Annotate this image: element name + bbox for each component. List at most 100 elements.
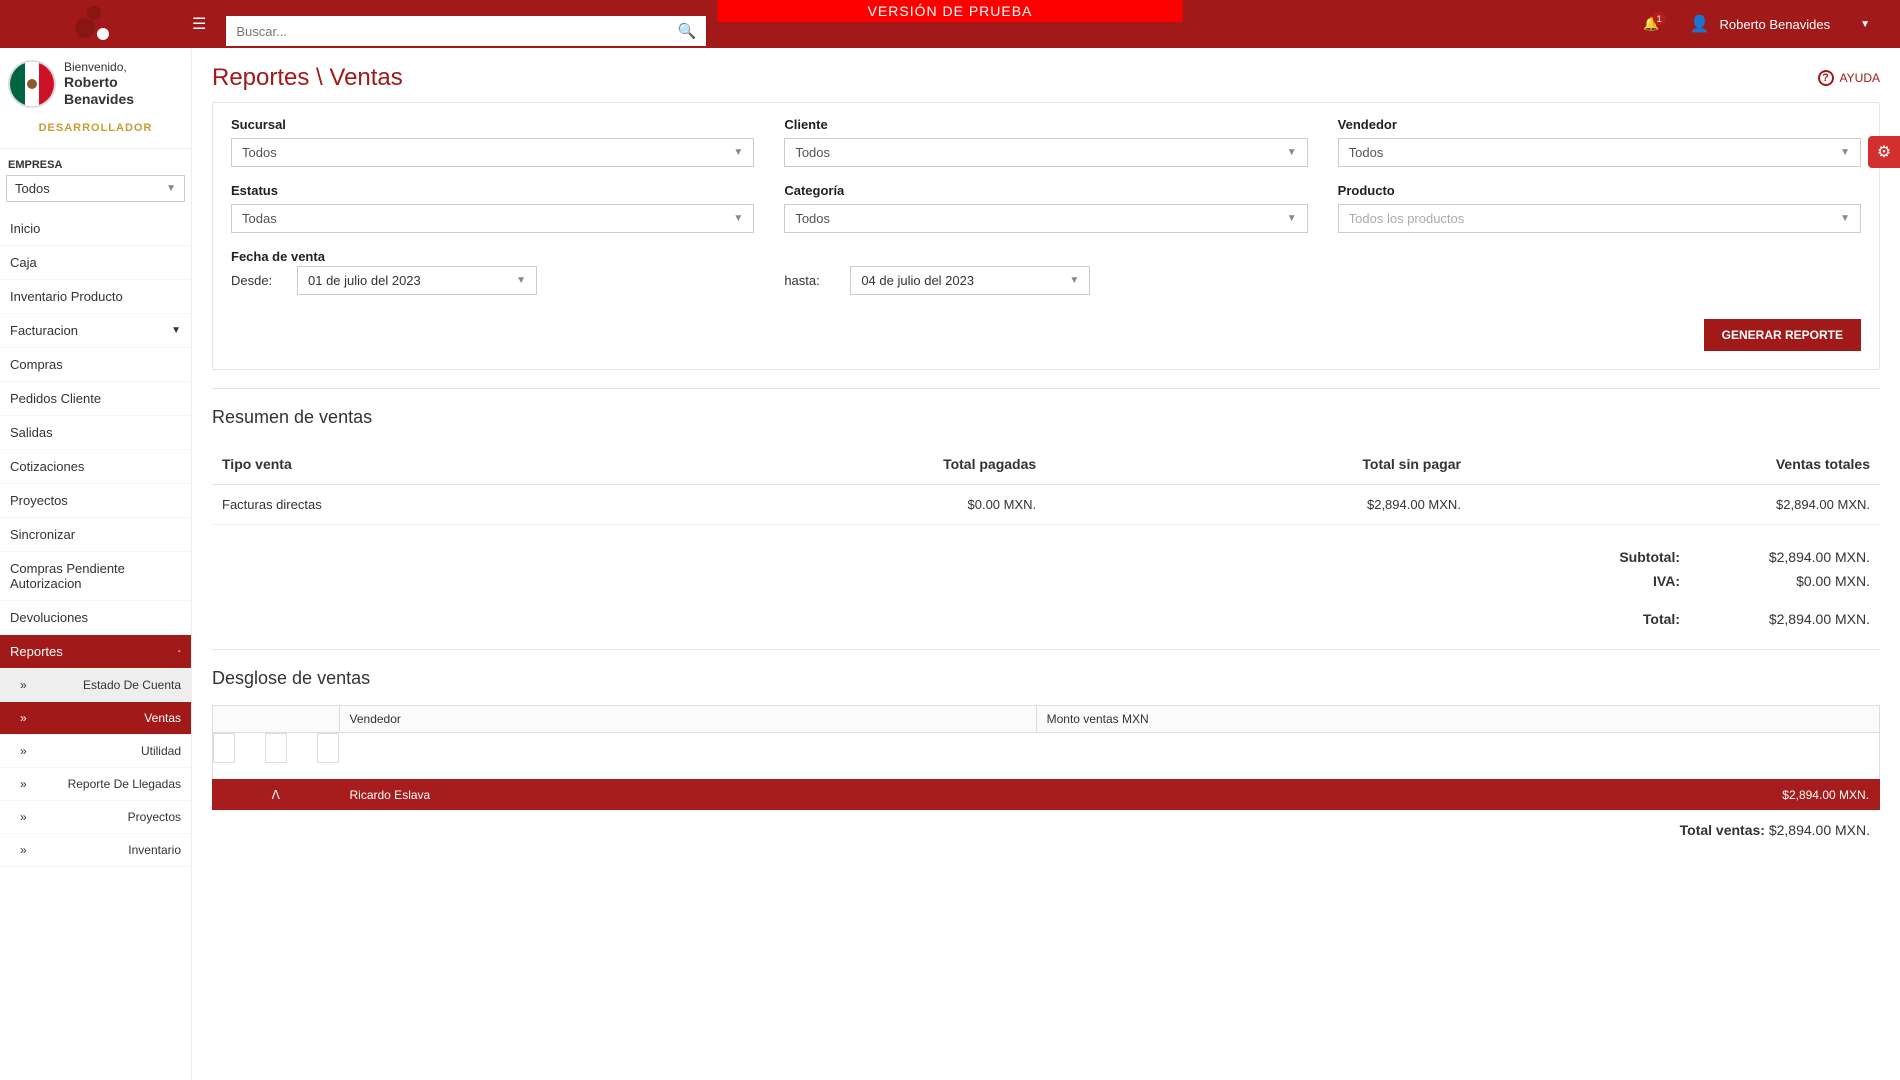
- search-input[interactable]: [236, 24, 677, 39]
- help-link[interactable]: ? AYUDA: [1818, 70, 1880, 86]
- nav-proyectos[interactable]: Proyectos: [0, 484, 191, 518]
- filters-panel: Sucursal Todos▼ Cliente Todos▼ Vendedor …: [212, 102, 1880, 370]
- fecha-venta-label: Fecha de venta: [231, 249, 1861, 264]
- desde-select[interactable]: 01 de julio del 2023 ▼: [297, 266, 537, 295]
- iva-label: IVA:: [1653, 573, 1680, 589]
- nav-inicio[interactable]: Inicio: [0, 212, 191, 246]
- nav-cotizaciones[interactable]: Cotizaciones: [0, 450, 191, 484]
- th-totales: Ventas totales: [1471, 444, 1880, 485]
- filter-row: [213, 733, 339, 763]
- subnav-reporte-llegadas[interactable]: Reporte De Llegadas: [0, 768, 191, 801]
- breakdown-title: Desglose de ventas: [212, 668, 1880, 689]
- generate-report-button[interactable]: GENERAR REPORTE: [1704, 319, 1861, 351]
- vendedor-value: Todos: [1349, 145, 1384, 160]
- categoria-select[interactable]: Todos▼: [784, 204, 1307, 233]
- estatus-select[interactable]: Todas ▼: [231, 204, 754, 233]
- nav-devoluciones[interactable]: Devoluciones: [0, 601, 191, 635]
- sidebar: Bienvenido, Roberto Benavides DESARROLLA…: [0, 48, 192, 1080]
- seller-row[interactable]: ᐱ Ricardo Eslava $2,894.00 MXN.: [213, 780, 1880, 810]
- cliente-label: Cliente: [784, 117, 1307, 132]
- subtotal-value: $2,894.00 MXN.: [1750, 549, 1870, 565]
- subnav-ventas[interactable]: Ventas: [0, 702, 191, 735]
- breakdown-table: Vendedor Monto ventas MXN ᐱ Ricardo Esla…: [212, 705, 1880, 810]
- help-label: AYUDA: [1840, 71, 1880, 85]
- chevron-down-icon: ▼: [733, 213, 743, 224]
- hasta-label: hasta:: [784, 273, 834, 288]
- chevron-down-icon: ▼: [166, 183, 176, 194]
- notifications-button[interactable]: 🔔 1: [1643, 16, 1659, 32]
- vendedor-select[interactable]: Todos▼: [1338, 138, 1861, 167]
- search-icon[interactable]: 🔍: [678, 22, 697, 40]
- gear-icon: ⚙: [1877, 142, 1891, 162]
- chevron-down-icon: ▼: [1287, 213, 1297, 224]
- grand-total: Total ventas: $2,894.00 MXN.: [212, 810, 1880, 850]
- subnav-utilidad[interactable]: Utilidad: [0, 735, 191, 768]
- totals-block: Subtotal: $2,894.00 MXN. IVA: $0.00 MXN.…: [212, 545, 1880, 631]
- chevron-down-icon: ▼: [733, 147, 743, 158]
- estatus-value: Todas: [242, 211, 277, 226]
- nav-caja[interactable]: Caja: [0, 246, 191, 280]
- cliente-value: Todos: [795, 145, 830, 160]
- logo: [0, 0, 192, 48]
- search-bar: 🔍: [226, 16, 706, 46]
- page-title: Reportes \ Ventas: [212, 64, 403, 92]
- expand-col-header: [213, 706, 340, 733]
- nav-pedidos[interactable]: Pedidos Cliente: [0, 382, 191, 416]
- sidebar-username: Roberto Benavides: [64, 74, 183, 108]
- nav: Inicio Caja Inventario Producto Facturac…: [0, 212, 191, 867]
- th-vendedor: Vendedor: [339, 706, 1036, 733]
- subtotal-label: Subtotal:: [1619, 549, 1680, 565]
- summary-title: Resumen de ventas: [212, 407, 1880, 428]
- test-version-banner: VERSIÓN DE PRUEBA: [718, 0, 1183, 22]
- subnav-inventario[interactable]: Inventario: [0, 834, 191, 867]
- hasta-value: 04 de julio del 2023: [861, 273, 974, 288]
- categoria-label: Categoría: [784, 183, 1307, 198]
- collapse-icon[interactable]: ᐱ: [213, 780, 340, 810]
- flag-avatar: [8, 60, 56, 108]
- nav-reportes[interactable]: Reportes -: [0, 635, 191, 669]
- grand-total-label: Total ventas:: [1680, 822, 1765, 838]
- subnav-estado-cuenta[interactable]: Estado De Cuenta: [0, 669, 191, 702]
- nav-facturacion[interactable]: Facturacion ▼: [0, 314, 191, 348]
- cell-totales: $2,894.00 MXN.: [1471, 485, 1880, 525]
- nav-compras-pendiente[interactable]: Compras Pendiente Autorizacion: [0, 552, 191, 601]
- header-username: Roberto Benavides: [1720, 17, 1831, 32]
- sucursal-value: Todos: [242, 145, 277, 160]
- empresa-select[interactable]: Todos ▼: [6, 175, 185, 202]
- table-row: Facturas directas $0.00 MXN. $2,894.00 M…: [212, 485, 1880, 525]
- producto-label: Producto: [1338, 183, 1861, 198]
- vendedor-label: Vendedor: [1338, 117, 1861, 132]
- th-tipo: Tipo venta: [212, 444, 641, 485]
- settings-float-button[interactable]: ⚙: [1868, 136, 1900, 168]
- th-monto: Monto ventas MXN: [1036, 706, 1879, 733]
- producto-placeholder: Todos los productos: [1349, 211, 1465, 226]
- chevron-down-icon: ▼: [1840, 213, 1850, 224]
- nav-compras[interactable]: Compras: [0, 348, 191, 382]
- user-menu[interactable]: 👤 Roberto Benavides: [1690, 14, 1831, 34]
- filter-vendedor-input[interactable]: [265, 733, 287, 763]
- notification-count: 1: [1653, 12, 1666, 25]
- chevron-down-icon[interactable]: ▼: [1860, 19, 1870, 30]
- nav-facturacion-label: Facturacion: [10, 323, 78, 338]
- hasta-select[interactable]: 04 de julio del 2023▼: [850, 266, 1090, 295]
- cliente-select[interactable]: Todos▼: [784, 138, 1307, 167]
- filter-monto-input[interactable]: [317, 733, 339, 763]
- nav-inventario[interactable]: Inventario Producto: [0, 280, 191, 314]
- th-sinpagar: Total sin pagar: [1046, 444, 1471, 485]
- total-label: Total:: [1643, 611, 1680, 627]
- nav-salidas[interactable]: Salidas: [0, 416, 191, 450]
- subnav-proyectos[interactable]: Proyectos: [0, 801, 191, 834]
- iva-value: $0.00 MXN.: [1750, 573, 1870, 589]
- role-label: DESARROLLADOR: [8, 116, 183, 140]
- cell-tipo: Facturas directas: [212, 485, 641, 525]
- chevron-down-icon: ▼: [516, 275, 526, 286]
- producto-select[interactable]: Todos los productos ▼: [1338, 204, 1861, 233]
- cell-pagadas: $0.00 MXN.: [641, 485, 1046, 525]
- sucursal-select[interactable]: Todos ▼: [231, 138, 754, 167]
- desde-value: 01 de julio del 2023: [308, 273, 421, 288]
- help-icon: ?: [1818, 70, 1834, 86]
- estatus-label: Estatus: [231, 183, 754, 198]
- sidebar-user-panel: Bienvenido, Roberto Benavides DESARROLLA…: [0, 48, 191, 149]
- menu-toggle-icon[interactable]: ☰: [192, 14, 206, 34]
- nav-sincronizar[interactable]: Sincronizar: [0, 518, 191, 552]
